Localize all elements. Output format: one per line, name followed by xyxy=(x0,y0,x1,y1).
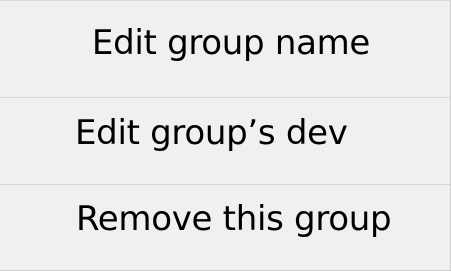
menu-item-label: Remove this group xyxy=(76,198,392,239)
menu-item-edit-group-name[interactable]: Edit group name xyxy=(0,1,450,97)
context-menu: Edit group name Edit group’s dev Remove … xyxy=(0,0,451,271)
menu-item-remove-group[interactable]: Remove this group xyxy=(0,185,450,272)
menu-item-label: Edit group name xyxy=(91,23,371,63)
menu-item-edit-group-devices[interactable]: Edit group’s dev xyxy=(0,98,450,184)
menu-item-label: Edit group’s dev xyxy=(75,113,348,153)
